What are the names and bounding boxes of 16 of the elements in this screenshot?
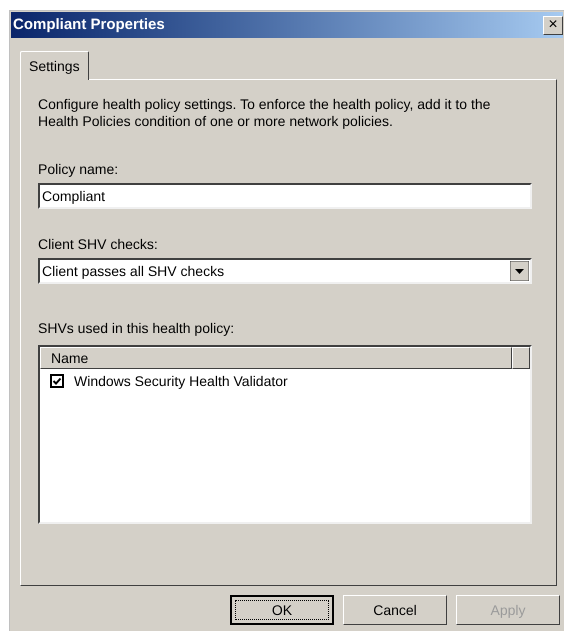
window-title: Compliant Properties bbox=[13, 14, 165, 35]
dialog-button[interactable]: OK bbox=[230, 595, 334, 625]
column-header[interactable]: Name bbox=[40, 347, 512, 369]
list-item-text[interactable]: Windows Security Health Validator bbox=[74, 370, 288, 392]
description-text: Configure health policy settings. To enforce the health policy, add it to the Health Policies condition of one or more network policies. bbox=[38, 96, 492, 130]
dialog-button[interactable]: Cancel bbox=[343, 595, 447, 625]
policy-name-field[interactable]: Compliant bbox=[38, 183, 532, 209]
field-label: Client SHV checks: bbox=[38, 235, 159, 254]
field-label: SHVs used in this health policy: bbox=[38, 319, 236, 338]
dropdown-arrow-icon[interactable] bbox=[510, 261, 529, 281]
close-button[interactable]: × bbox=[543, 16, 563, 34]
checkbox[interactable] bbox=[50, 374, 64, 388]
tab[interactable]: Settings bbox=[20, 51, 89, 80]
client-checks-dropdown[interactable]: Client passes all SHV checks bbox=[38, 258, 532, 284]
dropdown-value: Client passes all SHV checks bbox=[42, 262, 224, 281]
field-label: Policy name: bbox=[38, 160, 120, 179]
